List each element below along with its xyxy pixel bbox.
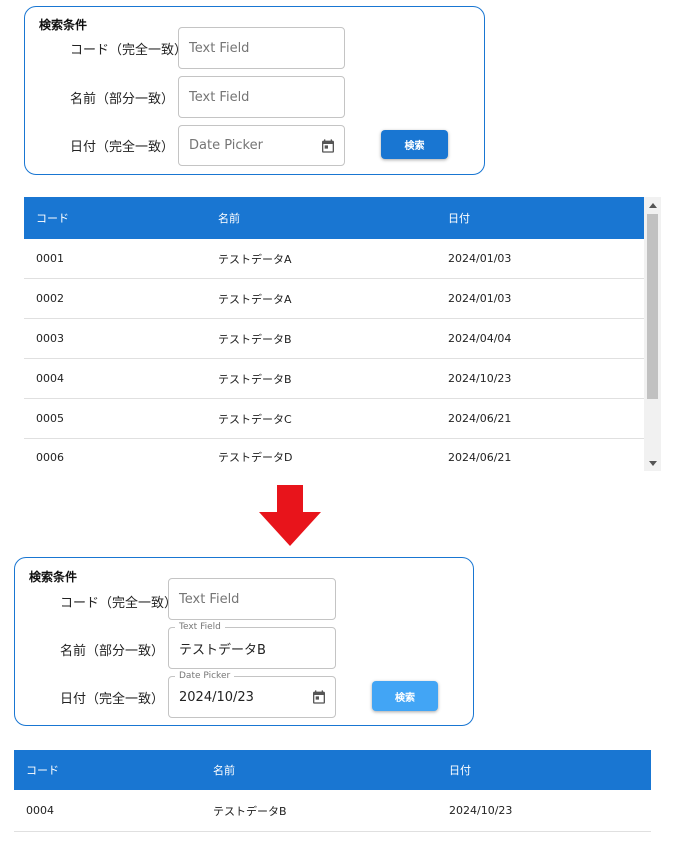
table-row[interactable]: 0006 テストデータD 2024/06/21 bbox=[24, 439, 644, 471]
search-button[interactable]: 検索 bbox=[381, 130, 448, 159]
vertical-scrollbar[interactable] bbox=[644, 197, 661, 471]
date-picker-field[interactable]: Date Picker 2024/10/23 bbox=[168, 670, 336, 718]
table-row[interactable]: 0004 テストデータB 2024/10/23 bbox=[24, 359, 644, 399]
cell-name: テストデータC bbox=[218, 412, 292, 426]
date-picker-value: 2024/10/23 bbox=[179, 689, 254, 705]
cell-name: テストデータB bbox=[218, 372, 292, 386]
cell-name: テストデータD bbox=[218, 451, 293, 464]
table-row[interactable]: 0004 テストデータB 2024/10/23 bbox=[14, 790, 651, 832]
name-field-placeholder: Text Field bbox=[189, 89, 250, 105]
date-label: 日付（完全一致） bbox=[70, 140, 175, 155]
cell-code: 0005 bbox=[36, 412, 64, 425]
scroll-down-arrow-icon[interactable] bbox=[649, 461, 657, 466]
cell-date: 2024/10/23 bbox=[448, 372, 512, 385]
cell-date: 2024/01/03 bbox=[448, 292, 512, 305]
date-picker-field[interactable]: Date Picker bbox=[178, 125, 345, 166]
column-header-name[interactable]: 名前 bbox=[213, 750, 235, 790]
panel-title: 検索条件 bbox=[29, 570, 78, 584]
column-header-name[interactable]: 名前 bbox=[218, 197, 240, 239]
cell-date: 2024/04/04 bbox=[448, 332, 512, 345]
name-field-value: テストデータB bbox=[179, 642, 266, 658]
code-field-placeholder: Text Field bbox=[189, 40, 250, 56]
cell-code: 0003 bbox=[36, 332, 64, 345]
code-field[interactable]: Text Field bbox=[178, 27, 345, 69]
table-row[interactable]: 0003 テストデータB 2024/04/04 bbox=[24, 319, 644, 359]
cell-date: 2024/06/21 bbox=[448, 450, 512, 464]
panel-title: 検索条件 bbox=[39, 18, 88, 32]
name-field[interactable]: Text Field テストデータB bbox=[168, 621, 336, 669]
column-header-date[interactable]: 日付 bbox=[449, 750, 471, 790]
calendar-icon[interactable] bbox=[311, 689, 327, 705]
table-header: コード 名前 日付 bbox=[24, 197, 644, 239]
name-label: 名前（部分一致） bbox=[70, 92, 175, 107]
table-row[interactable]: 0002 テストデータA 2024/01/03 bbox=[24, 279, 644, 319]
column-header-date[interactable]: 日付 bbox=[448, 197, 470, 239]
name-field[interactable]: Text Field bbox=[178, 76, 345, 118]
table-row[interactable]: 0005 テストデータC 2024/06/21 bbox=[24, 399, 644, 439]
cell-name: テストデータB bbox=[213, 804, 287, 818]
cell-name: テストデータA bbox=[218, 252, 292, 266]
search-conditions-panel-before: 検索条件 コード（完全一致） Text Field 名前（部分一致） Text … bbox=[24, 6, 485, 175]
cell-code: 0006 bbox=[36, 450, 64, 464]
cell-code: 0002 bbox=[36, 292, 64, 305]
code-field-placeholder: Text Field bbox=[179, 591, 240, 607]
cell-date: 2024/06/21 bbox=[448, 412, 512, 425]
cell-date: 2024/10/23 bbox=[449, 804, 513, 817]
scroll-up-arrow-icon[interactable] bbox=[649, 203, 657, 208]
column-header-code[interactable]: コード bbox=[26, 750, 59, 790]
cell-code: 0004 bbox=[36, 372, 64, 385]
cell-code: 0004 bbox=[26, 804, 54, 817]
name-label: 名前（部分一致） bbox=[60, 644, 165, 659]
down-arrow-icon bbox=[259, 485, 321, 546]
code-label: コード（完全一致） bbox=[70, 43, 188, 58]
cell-code: 0001 bbox=[36, 252, 64, 265]
code-label: コード（完全一致） bbox=[60, 596, 178, 611]
cell-name: テストデータA bbox=[218, 292, 292, 306]
table-row[interactable]: 0001 テストデータA 2024/01/03 bbox=[24, 239, 644, 279]
scrollbar-thumb[interactable] bbox=[647, 214, 658, 399]
calendar-icon[interactable] bbox=[320, 138, 336, 154]
code-field[interactable]: Text Field bbox=[168, 578, 336, 620]
date-picker-placeholder: Date Picker bbox=[189, 138, 263, 153]
results-table-after: コード 名前 日付 0004 テストデータB 2024/10/23 bbox=[14, 750, 651, 832]
cell-name: テストデータB bbox=[218, 332, 292, 346]
search-conditions-panel-after: 検索条件 コード（完全一致） Text Field 名前（部分一致） Text … bbox=[14, 557, 474, 726]
cell-date: 2024/01/03 bbox=[448, 252, 512, 265]
results-table-before: コード 名前 日付 0001 テストデータA 2024/01/03 0002 テ… bbox=[24, 197, 644, 471]
date-label: 日付（完全一致） bbox=[60, 692, 165, 707]
search-button[interactable]: 検索 bbox=[372, 681, 438, 711]
table-header: コード 名前 日付 bbox=[14, 750, 651, 790]
column-header-code[interactable]: コード bbox=[36, 197, 69, 239]
